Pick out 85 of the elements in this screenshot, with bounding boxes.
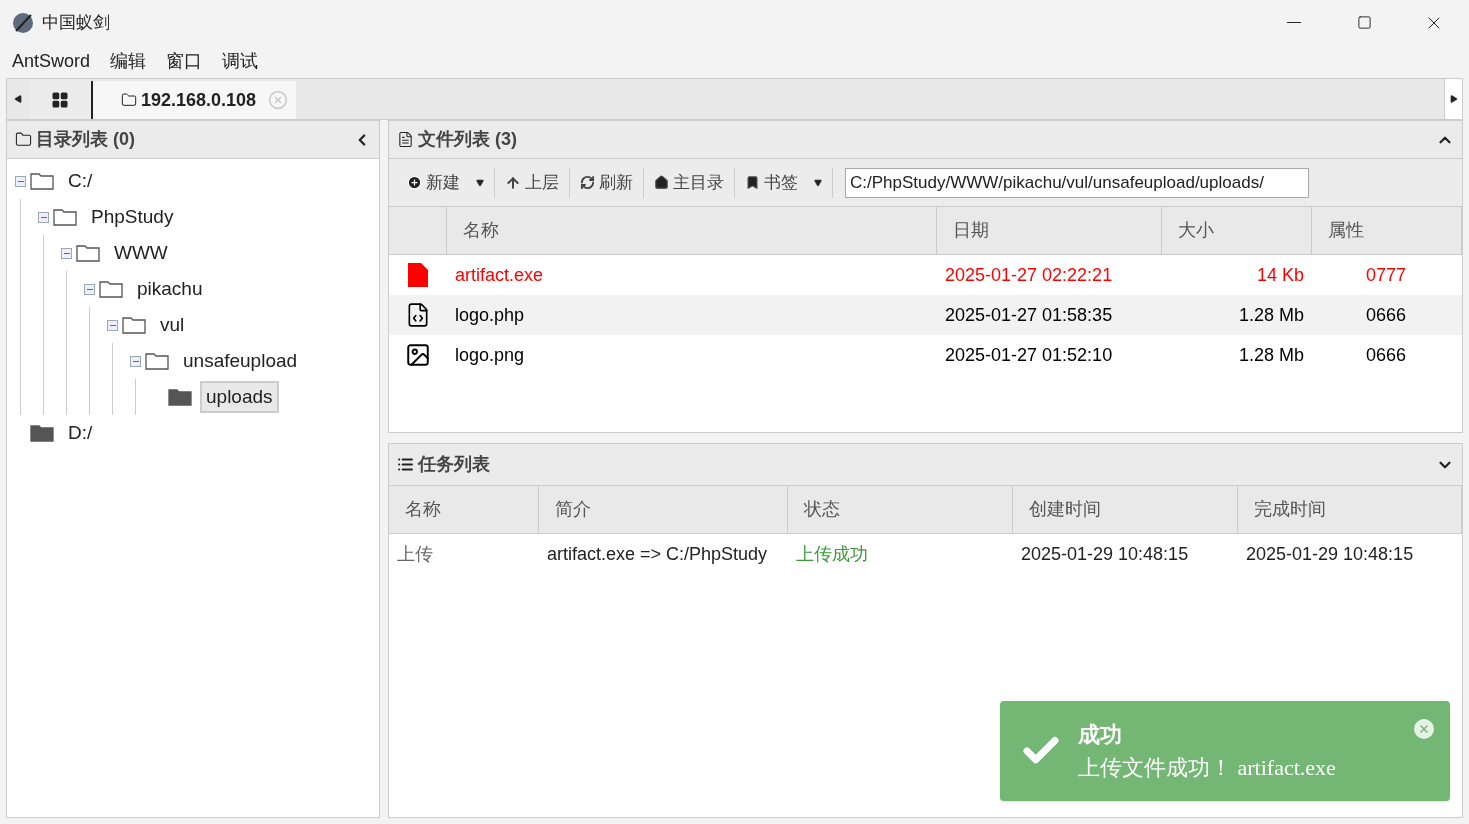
folder-icon xyxy=(53,208,77,226)
grid-tab[interactable] xyxy=(29,81,93,119)
tree-item[interactable]: WWW xyxy=(108,236,174,270)
table-cell-text: artifact.exe xyxy=(454,263,545,287)
table-cell-text: 1.28 Mb xyxy=(1237,303,1305,327)
toolbar-button[interactable]: 新建 xyxy=(397,167,495,198)
folder-icon xyxy=(168,388,192,406)
toast-message: 上传文件成功！ artifact.exe xyxy=(1078,754,1336,782)
collapse-toggle-icon[interactable] xyxy=(15,175,26,187)
file-row[interactable]: logo.php 2025-01-27 01:58:35 1.28 Mb 0666 xyxy=(389,295,1462,335)
folder-icon xyxy=(99,280,123,298)
collapse-toggle-icon[interactable] xyxy=(84,283,95,295)
toast-title: 成功 xyxy=(1078,721,1123,749)
folder-icon xyxy=(76,244,100,262)
window-title: 中国蚁剑 xyxy=(42,11,110,34)
tree-item[interactable]: uploads xyxy=(200,380,279,414)
left-arrow-icon xyxy=(14,95,22,103)
table-cell-text: 14 Kb xyxy=(1255,263,1305,287)
tree-item[interactable]: C:/ xyxy=(62,164,99,198)
column-header[interactable]: 属性 xyxy=(1312,207,1462,254)
panel-title: 文件列表 (3) xyxy=(418,128,517,151)
collapse-toggle-icon[interactable] xyxy=(38,211,49,223)
close-icon xyxy=(1418,723,1430,735)
column-header[interactable]: 完成时间 xyxy=(1238,486,1462,533)
bookmark-icon xyxy=(745,175,760,190)
table-cell-text: 2025-01-27 01:58:35 xyxy=(944,303,1114,327)
file-icon xyxy=(397,131,414,148)
tree-item[interactable]: unsafeupload xyxy=(177,344,304,378)
collapse-toggle-icon[interactable] xyxy=(61,247,72,259)
tree-item[interactable]: vul xyxy=(154,308,191,342)
maximize-icon xyxy=(1356,15,1372,30)
refresh-icon xyxy=(580,175,595,190)
toolbar-button[interactable]: 书签 xyxy=(735,167,833,198)
menu-item[interactable]: AntSword xyxy=(12,48,91,75)
panel-title: 任务列表 xyxy=(418,453,490,476)
image-file-icon xyxy=(405,342,431,368)
file-icon xyxy=(407,262,429,288)
toolbar-button[interactable]: 上层 xyxy=(495,167,570,198)
column-header[interactable]: 日期 xyxy=(937,207,1162,254)
panel-title: 目录列表 (0) xyxy=(36,128,135,151)
table-cell-text: logo.png xyxy=(454,343,526,367)
grid-icon xyxy=(51,91,69,109)
list-icon xyxy=(397,456,414,473)
tree-item[interactable]: pikachu xyxy=(131,272,209,306)
host-tab[interactable]: 192.168.0.108 xyxy=(93,81,297,119)
path-field[interactable]: C:/PhpStudy/WWW/pikachu/vul/unsafeupload/uploads/ xyxy=(845,167,1309,198)
folder-icon xyxy=(122,316,146,334)
folder-icon xyxy=(145,352,169,370)
collapse-toggle-icon[interactable] xyxy=(130,355,141,367)
table-cell-text: 2025-01-27 01:52:10 xyxy=(944,343,1114,367)
minimize-icon xyxy=(1287,21,1301,24)
table-cell-text: 上传 xyxy=(396,542,434,566)
column-header[interactable]: 大小 xyxy=(1162,207,1312,254)
column-header[interactable]: 创建时间 xyxy=(1013,486,1238,533)
right-arrow-icon xyxy=(1449,95,1458,103)
table-cell-text: 0666 xyxy=(1365,343,1408,367)
column-header[interactable]: 状态 xyxy=(788,486,1013,533)
table-cell-text: 2025-01-29 10:48:15 xyxy=(1020,542,1190,566)
column-header[interactable]: 名称 xyxy=(389,486,539,533)
table-cell-text: 2025-01-27 02:22:21 xyxy=(944,263,1114,287)
table-cell-text: artifact.exe => C:/PhpStudy xyxy=(546,542,769,566)
toolbar-button[interactable]: 刷新 xyxy=(570,167,644,198)
toolbar-button[interactable]: 主目录 xyxy=(644,167,735,198)
tree-item[interactable]: D:/ xyxy=(62,416,99,450)
column-header[interactable]: 简介 xyxy=(539,486,788,533)
table-cell-text: 0777 xyxy=(1365,263,1408,287)
menu-item[interactable]: 调试 xyxy=(222,48,259,75)
add-icon xyxy=(407,175,422,190)
menu-item[interactable]: 编辑 xyxy=(110,48,147,75)
table-cell-text: 1.28 Mb xyxy=(1237,343,1305,367)
column-header[interactable]: 名称 xyxy=(447,207,937,254)
folder-icon xyxy=(30,172,54,190)
scroll-right-button[interactable] xyxy=(1444,79,1462,119)
tree-item[interactable]: PhpStudy xyxy=(85,200,180,234)
collapse-toggle-icon[interactable] xyxy=(107,319,118,331)
app-logo-icon xyxy=(12,11,34,34)
table-cell-text: 0666 xyxy=(1365,303,1408,327)
menu-item[interactable]: 窗口 xyxy=(166,48,203,75)
table-cell-text: 上传成功 xyxy=(795,542,869,566)
folder-icon xyxy=(30,424,54,442)
home-icon xyxy=(654,175,669,190)
folder-icon xyxy=(15,131,32,148)
table-cell-text: 2025-01-29 10:48:15 xyxy=(1245,542,1415,566)
folder-icon xyxy=(121,92,137,108)
table-cell-text: logo.php xyxy=(454,303,526,327)
